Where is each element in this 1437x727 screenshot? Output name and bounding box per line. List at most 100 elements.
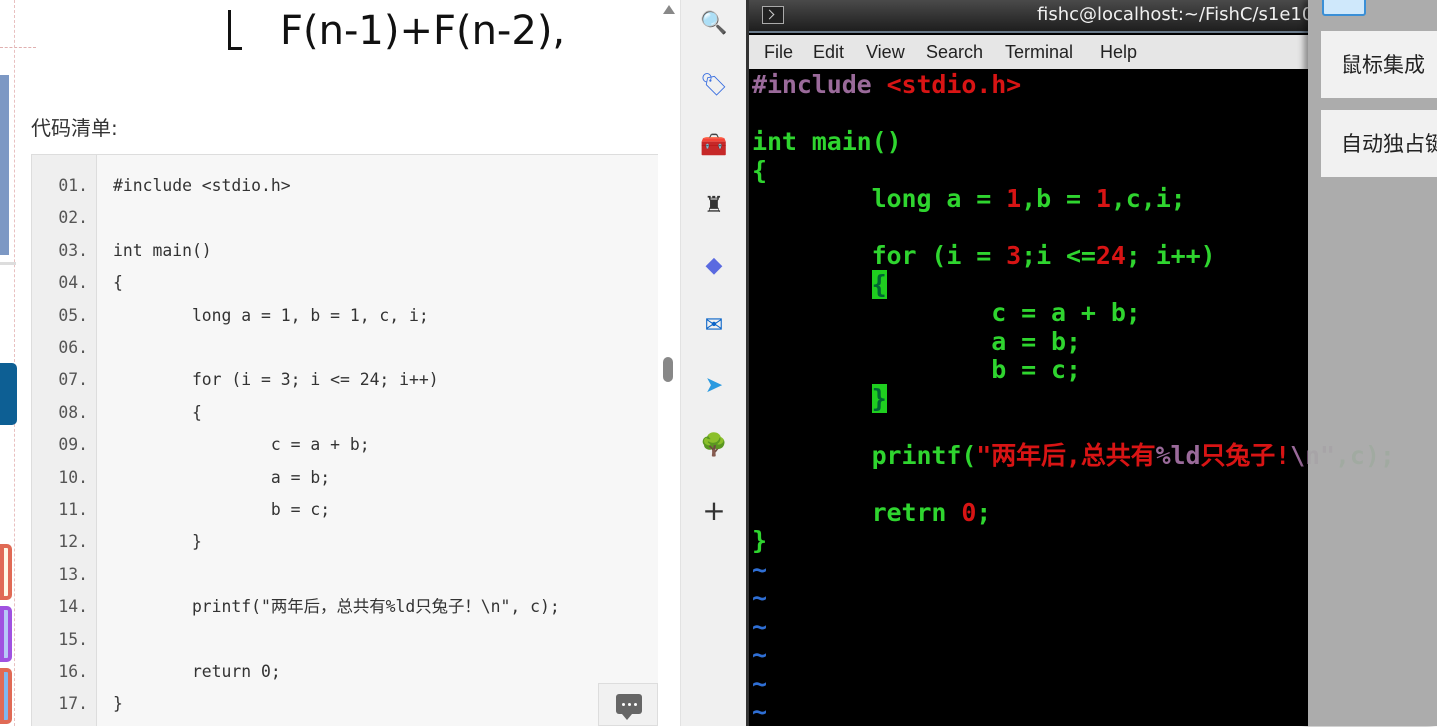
code-line: } — [113, 532, 202, 552]
buffer-line — [752, 413, 1352, 442]
code-line: #include <stdio.h> — [113, 176, 291, 195]
chat-icon[interactable] — [1322, 0, 1366, 16]
chat-icon — [616, 694, 642, 720]
sticker-icon[interactable] — [0, 606, 12, 662]
code-token: ~ — [752, 611, 767, 641]
buffer-line: b = c; — [752, 355, 1352, 385]
page-scrollbar[interactable] — [658, 0, 680, 726]
article-page: F(n-1)+F(n-2), 代码清单: 01. #include <stdio.… — [0, 0, 658, 726]
empty-line-tilde: ~ — [752, 669, 1352, 699]
outlook-icon[interactable]: ✉ — [700, 312, 728, 340]
cursor: { — [871, 269, 887, 299]
buffer-line: { — [752, 156, 1352, 186]
code-line: { — [113, 402, 202, 422]
menu-help[interactable]: Help — [1100, 42, 1137, 63]
code-token: for (i = — [752, 241, 1007, 270]
comment-button[interactable] — [598, 683, 658, 726]
buffer-line: long a = 1,b = 1,c,i; — [752, 184, 1352, 214]
code-token: printf( — [752, 440, 977, 470]
menu-view[interactable]: View — [866, 42, 905, 63]
line-number: 01. — [58, 176, 88, 195]
code-token: #include — [752, 70, 887, 99]
line-number: 11. — [58, 500, 88, 519]
buffer-line: retrn 0; — [752, 497, 1352, 528]
code-token: } — [752, 526, 767, 555]
terminal-title: fishc@localhost:~/FishC/s1e10 — [1037, 4, 1314, 25]
terminal-titlebar[interactable]: fishc@localhost:~/FishC/s1e10 — [749, 0, 1313, 33]
menu-search[interactable]: Search — [926, 42, 983, 63]
code-token: ~ — [752, 697, 767, 726]
code-line: b = c; — [113, 500, 331, 519]
vim-buffer[interactable]: #include <stdio.h> int main(){ long a = 1… — [752, 70, 1395, 727]
thumbnail[interactable] — [0, 363, 17, 425]
code-token: 0 — [961, 497, 977, 527]
mouse-integration-button[interactable]: 鼠标集成 — [1321, 31, 1437, 98]
tree-icon[interactable]: 🌳 — [700, 432, 728, 460]
code-token: ,c,i; — [1110, 184, 1186, 213]
code-token: 1 — [1006, 184, 1022, 213]
tag-icon[interactable]: 🏷 — [700, 72, 728, 100]
line-number: 05. — [58, 305, 88, 325]
empty-line-tilde: ~ — [752, 583, 1352, 613]
sticker-icon[interactable] — [0, 544, 12, 600]
empty-line-tilde: ~ — [752, 640, 1352, 670]
search-icon[interactable]: 🔍 — [700, 10, 728, 38]
line-number: 03. — [58, 240, 88, 260]
code-token: 3 — [1006, 241, 1022, 270]
buffer-line: a = b; — [752, 327, 1352, 357]
send-icon[interactable]: ➤ — [700, 372, 728, 400]
code-line: long a = 1, b = 1, c, i; — [113, 305, 429, 325]
buffer-line — [752, 100, 1352, 129]
buffer-line: #include <stdio.h> — [752, 70, 1352, 100]
plus-icon[interactable]: + — [700, 497, 728, 525]
terminal-window[interactable]: fishc@localhost:~/FishC/s1e10 File Edit Vi… — [746, 0, 1395, 726]
line-number: 02. — [58, 208, 88, 228]
code-token: 只兔子! — [1200, 440, 1291, 470]
terminal-menubar: File Edit View Search Terminal Help — [749, 35, 1308, 69]
code-token: int main() — [752, 127, 902, 156]
code-token: <stdio.h> — [886, 70, 1022, 99]
menu-file[interactable]: File — [764, 42, 793, 63]
scroll-up-arrow-icon[interactable] — [663, 5, 675, 14]
empty-line-tilde: ~ — [752, 611, 1352, 642]
code-token: ~ — [752, 640, 767, 669]
line-number: 17. — [58, 694, 88, 714]
vm-menu-panel: 鼠标集成 自动独占键盘 — [1308, 0, 1437, 726]
code-line: { — [113, 273, 123, 293]
line-number: 04. — [58, 273, 88, 293]
code-token: c = a + b; — [752, 298, 1141, 327]
code-token: "两年后,总共有 — [976, 440, 1156, 470]
terminal-icon — [762, 6, 784, 24]
code-token: ,b = — [1021, 184, 1096, 213]
formula-text: F(n-1)+F(n-2), — [280, 8, 566, 54]
code-line: c = a + b; — [113, 435, 370, 455]
menu-edit[interactable]: Edit — [813, 42, 844, 63]
scrollbar-thumb[interactable] — [663, 357, 673, 382]
line-number: 06. — [58, 338, 88, 357]
code-token: 1 — [1095, 184, 1111, 213]
code-line: a = b; — [113, 467, 331, 487]
sticker-icon[interactable] — [0, 668, 12, 724]
chess-icon[interactable]: ♜ — [700, 192, 728, 220]
line-number: 12. — [58, 532, 88, 552]
line-number: 13. — [58, 564, 88, 584]
toolbox-icon[interactable]: 🧰 — [700, 132, 728, 160]
line-number: 09. — [58, 435, 88, 455]
buffer-line: { — [752, 269, 1352, 300]
buffer-line: int main() — [752, 127, 1352, 157]
buffer-line: } — [752, 526, 1352, 556]
code-line: return 0; — [113, 662, 281, 681]
copilot-icon[interactable]: ◆ — [700, 252, 728, 280]
line-number: 07. — [58, 370, 88, 390]
menu-terminal[interactable]: Terminal — [1005, 42, 1073, 63]
code-line: int main() — [113, 240, 212, 260]
buffer-line: c = a + b; — [752, 298, 1352, 328]
button-label: 自动独占键盘 — [1341, 132, 1437, 156]
empty-line-tilde: ~ — [752, 697, 1352, 727]
code-token: ~ — [752, 583, 767, 612]
auto-capture-keyboard-button[interactable]: 自动独占键盘 — [1321, 110, 1437, 177]
code-line: } — [113, 694, 123, 714]
line-number: 10. — [58, 467, 88, 487]
line-number: 15. — [58, 629, 88, 649]
